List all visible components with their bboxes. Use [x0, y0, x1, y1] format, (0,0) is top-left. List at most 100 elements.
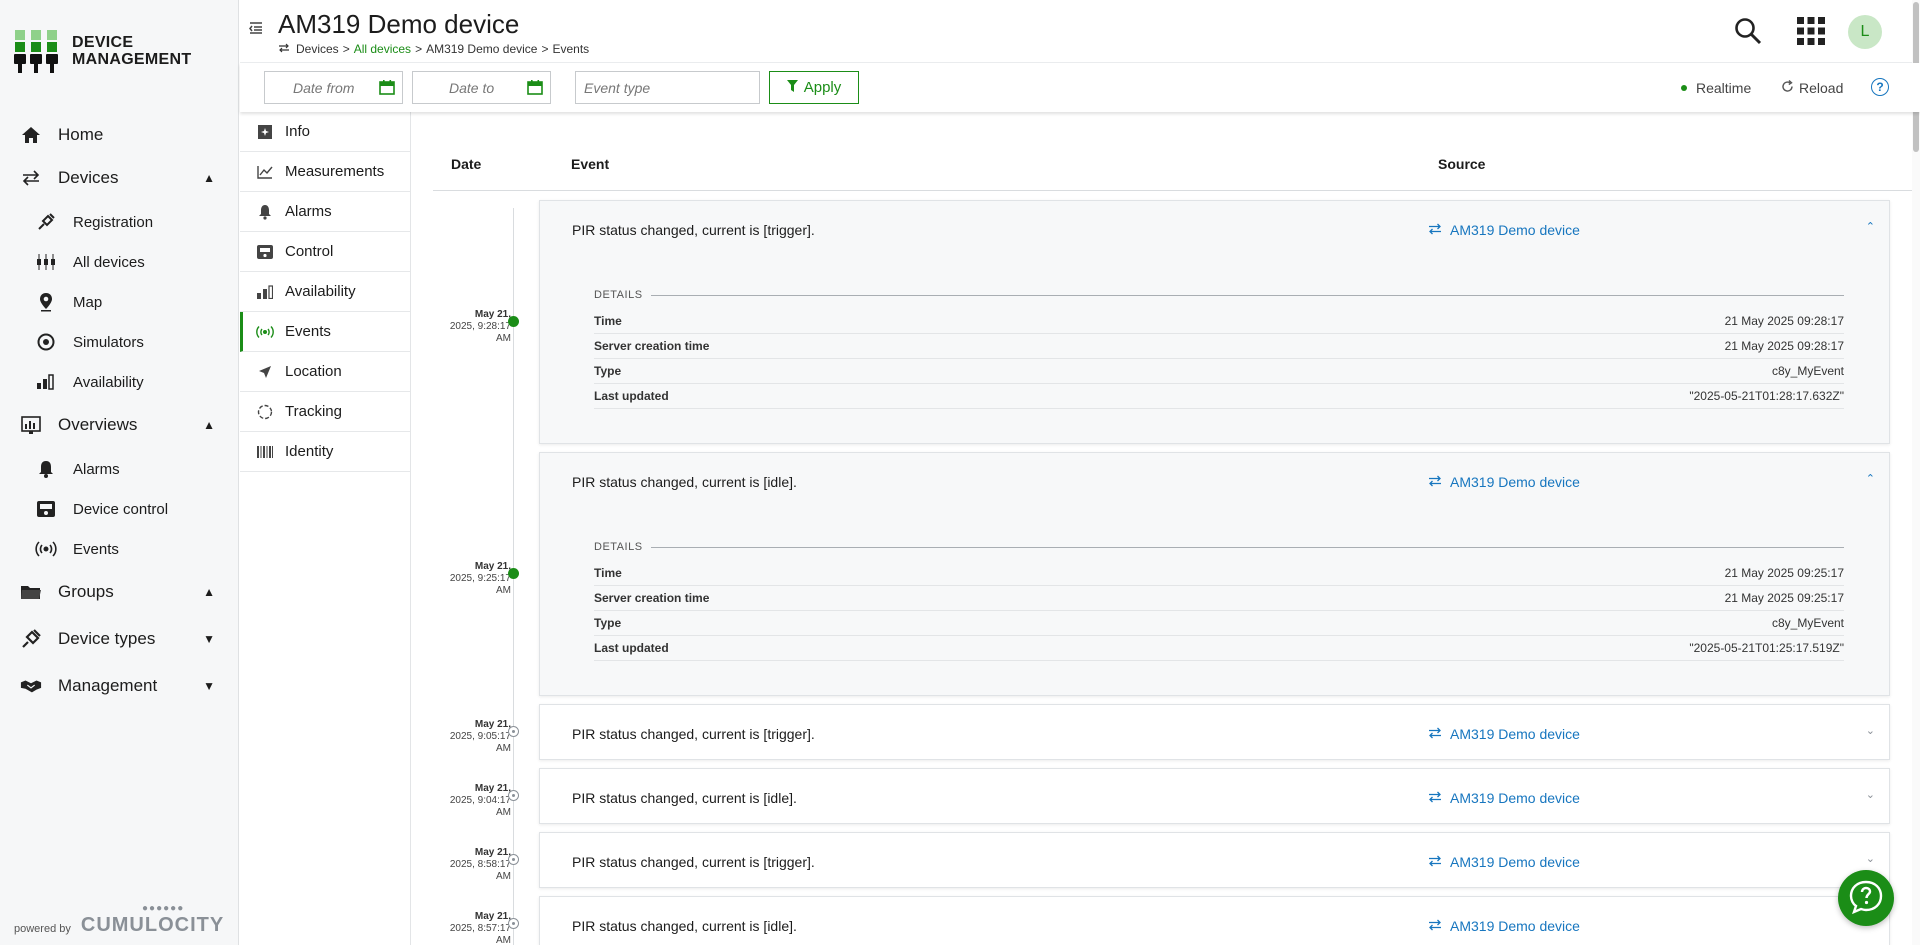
tab-availability[interactable]: Availability [240, 272, 410, 312]
nav-map[interactable]: Map [0, 283, 239, 321]
event-date-line: May 21, [474, 309, 511, 320]
calendar-icon[interactable] [379, 79, 395, 98]
breadcrumb-device[interactable]: AM319 Demo device [426, 42, 537, 56]
calendar-icon[interactable] [527, 79, 543, 98]
overviews-icon [20, 414, 42, 436]
event-source-link[interactable]: AM319 Demo device [1428, 726, 1580, 742]
event-card[interactable]: PIR status changed, current is [idle]. A… [539, 768, 1890, 824]
nav-management[interactable]: Management ▼ [0, 666, 239, 706]
help-chat-button[interactable] [1838, 870, 1894, 926]
event-type-input[interactable]: Event type [575, 71, 760, 104]
device-control-icon [35, 498, 57, 520]
event-date-line: AM [496, 333, 511, 344]
breadcrumb-devices[interactable]: Devices [296, 42, 339, 56]
location-arrow-icon [256, 363, 274, 381]
chevron-up-icon[interactable]: ⌃ [1866, 220, 1875, 233]
help-icon[interactable]: ? [1871, 78, 1889, 96]
event-source-link[interactable]: AM319 Demo device [1428, 790, 1580, 806]
event-date-line: AM [496, 807, 511, 818]
nav-overviews[interactable]: Overviews ▲ [0, 405, 239, 445]
details-heading-rule [650, 294, 1844, 296]
breadcrumb-sep: > [415, 42, 423, 56]
breadcrumb-all-devices[interactable]: All devices [354, 42, 411, 56]
event-source: AM319 Demo device [1450, 474, 1580, 490]
user-avatar[interactable]: L [1848, 15, 1882, 49]
breadcrumb-events: Events [552, 42, 590, 56]
page-scrollbar[interactable] [1912, 0, 1920, 945]
event-date-line: 2025, 9:28:17 [449, 321, 511, 332]
tab-alarms[interactable]: Alarms [240, 192, 410, 232]
event-source-link[interactable]: AM319 Demo device [1428, 474, 1580, 490]
event-card[interactable]: PIR status changed, current is [idle]. A… [539, 452, 1890, 696]
reload-button[interactable]: Reload [1781, 79, 1843, 96]
nav-events[interactable]: Events [0, 530, 239, 568]
details-value: 21 May 2025 09:25:17 [1724, 566, 1844, 580]
date-to-field[interactable]: Date to [412, 71, 551, 104]
nav-map-label: Map [73, 293, 103, 311]
event-date-line: AM [496, 585, 511, 596]
event-date-line: May 21, [474, 783, 511, 794]
nav-all-devices[interactable]: All devices [0, 243, 239, 281]
tab-events[interactable]: Events [240, 312, 410, 352]
tab-info[interactable]: Info [240, 112, 410, 152]
exchange-icon [1428, 919, 1442, 934]
tracking-icon [256, 403, 274, 421]
barcode-icon [256, 443, 274, 461]
tab-control-label: Control [285, 243, 334, 260]
tab-identity[interactable]: Identity [240, 432, 410, 472]
event-source: AM319 Demo device [1450, 222, 1580, 238]
nav-registration[interactable]: Registration [0, 203, 239, 241]
breadcrumb-sep: > [541, 42, 549, 56]
event-source-link[interactable]: AM319 Demo device [1428, 222, 1580, 238]
simulator-icon [35, 331, 57, 353]
event-source-link[interactable]: AM319 Demo device [1428, 854, 1580, 870]
details-row: Type c8y_MyEvent [594, 611, 1844, 636]
event-source-link[interactable]: AM319 Demo device [1428, 918, 1580, 934]
nav-devices[interactable]: Devices ▲ [0, 158, 239, 198]
details-heading-label: DETAILS [594, 541, 643, 553]
details-key: Server creation time [594, 591, 710, 605]
powered-by-text: powered by [14, 923, 71, 935]
nav-home[interactable]: Home [0, 115, 239, 155]
timeline-dot [508, 854, 519, 865]
chevron-up-icon[interactable]: ⌃ [1866, 472, 1875, 485]
collapse-navigator-icon[interactable] [248, 20, 264, 41]
details-value: c8y_MyEvent [1771, 616, 1844, 630]
nav-availability[interactable]: Availability [0, 363, 239, 401]
event-date: May 21, 2025, 9:04:17 AM [431, 783, 511, 819]
search-icon[interactable] [1733, 16, 1763, 49]
home-icon [20, 124, 42, 146]
line-chart-icon [256, 163, 274, 181]
event-date: May 21, 2025, 8:58:17 AM [431, 847, 511, 883]
nav-groups[interactable]: Groups ▲ [0, 572, 239, 612]
nav-simulators[interactable]: Simulators [0, 323, 239, 361]
chevron-down-icon[interactable]: ⌄ [1866, 724, 1875, 737]
details-row: Type c8y_MyEvent [594, 359, 1844, 384]
apply-button[interactable]: Apply [769, 71, 859, 104]
event-date-line: 2025, 8:57:17 [449, 923, 511, 934]
event-card[interactable]: PIR status changed, current is [idle]. A… [539, 896, 1890, 945]
event-date-line: 2025, 9:25:17 [449, 573, 511, 584]
app-switcher-icon[interactable] [1796, 16, 1826, 49]
nav-alarms-label: Alarms [73, 460, 120, 478]
event-date: May 21, 2025, 8:57:17 AM [431, 911, 511, 945]
tab-tracking[interactable]: Tracking [240, 392, 410, 432]
tab-location[interactable]: Location [240, 352, 410, 392]
tab-measurements[interactable]: Measurements [240, 152, 410, 192]
event-date-line: May 21, [474, 911, 511, 922]
logo-text: DEVICE MANAGEMENT [72, 34, 191, 68]
event-card[interactable]: PIR status changed, current is [trigger]… [539, 200, 1890, 444]
nav-alarms[interactable]: Alarms [0, 450, 239, 488]
powered-by-footer: ●●●●●● powered by CUMULOCITY [14, 903, 224, 935]
realtime-toggle[interactable]: Realtime [1681, 80, 1751, 96]
date-from-field[interactable]: Date from [264, 71, 403, 104]
chevron-up-icon: ▲ [203, 171, 215, 185]
event-card[interactable]: PIR status changed, current is [trigger]… [539, 832, 1890, 888]
tab-control[interactable]: Control [240, 232, 410, 272]
nav-device-control[interactable]: Device control [0, 490, 239, 528]
nav-device-types[interactable]: Device types ▼ [0, 619, 239, 659]
chevron-down-icon[interactable]: ⌄ [1866, 788, 1875, 801]
event-card[interactable]: PIR status changed, current is [trigger]… [539, 704, 1890, 760]
app-logo[interactable]: DEVICE MANAGEMENT [14, 28, 191, 74]
chevron-down-icon[interactable]: ⌄ [1866, 852, 1875, 865]
